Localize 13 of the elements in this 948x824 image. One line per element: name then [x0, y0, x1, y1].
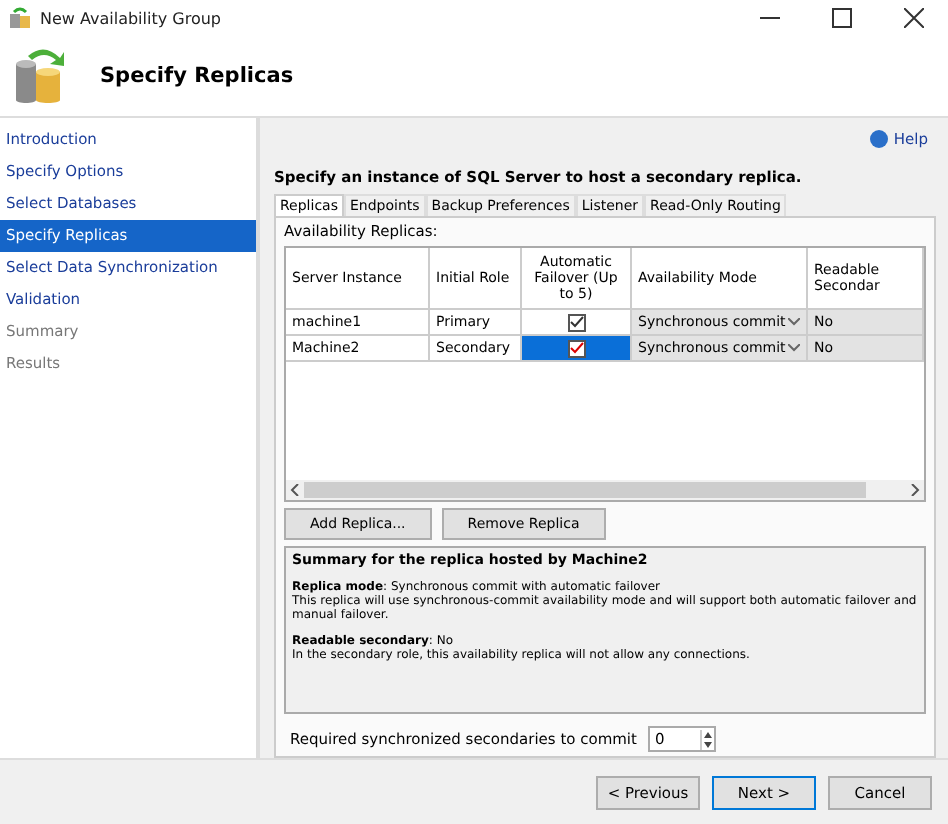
- app-icon: [8, 6, 32, 30]
- close-icon[interactable]: [904, 8, 924, 28]
- caret-icon: [788, 344, 800, 352]
- help-icon: [869, 129, 888, 148]
- maximize-icon[interactable]: [832, 8, 852, 28]
- caret-icon: [788, 318, 800, 326]
- scroll-left-icon[interactable]: [290, 484, 300, 496]
- page-title: Specify Replicas: [100, 64, 294, 88]
- window-title: New Availability Group: [40, 9, 221, 27]
- checkbox[interactable]: [567, 339, 585, 357]
- horizontal-scrollbar[interactable]: [286, 480, 924, 500]
- scroll-right-icon[interactable]: [910, 484, 920, 496]
- checkbox[interactable]: [567, 313, 585, 331]
